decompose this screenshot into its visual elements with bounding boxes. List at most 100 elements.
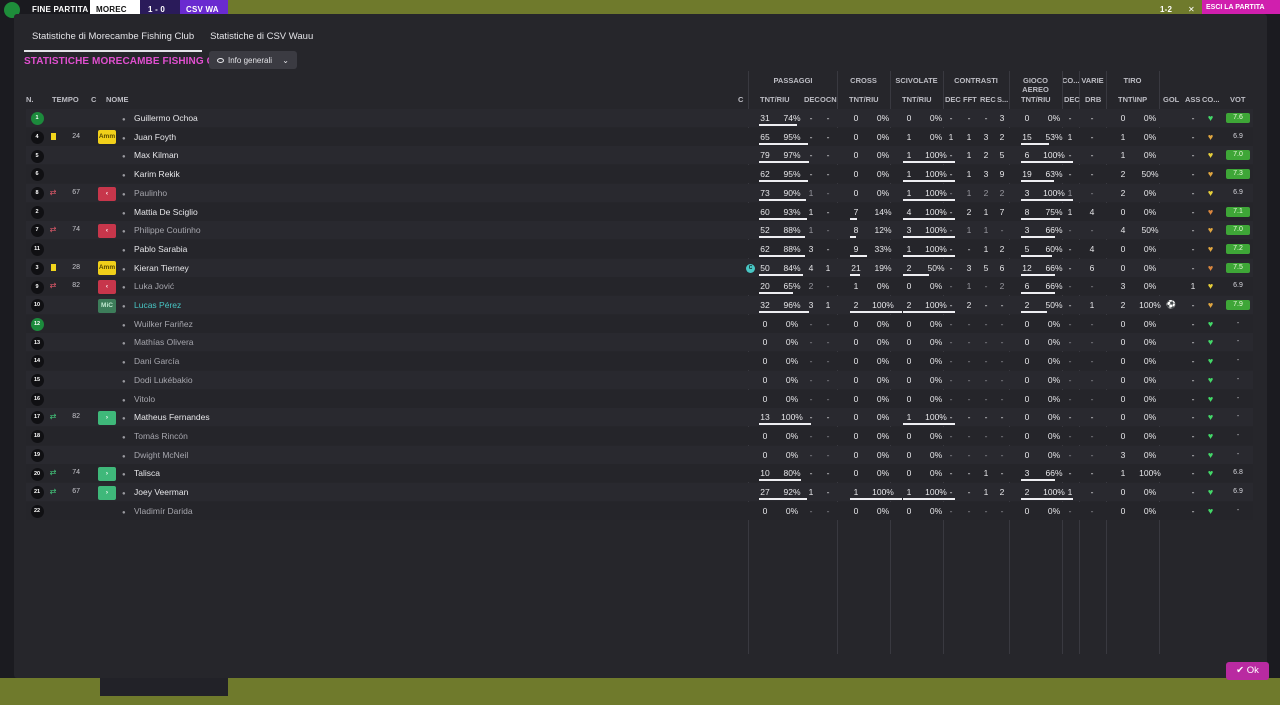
- column-header-aer-tnt[interactable]: TNT/RIU: [1021, 95, 1051, 104]
- duel-s: 2: [999, 243, 1005, 254]
- column-header-pass-dec[interactable]: DEC: [804, 95, 820, 104]
- table-row[interactable]: 6 ● Karim Rekik 62 95% - -0 0% 1 100% -1 3 9 19 63% - -2…: [26, 165, 1253, 184]
- column-header-cap[interactable]: C: [738, 95, 743, 104]
- player-name[interactable]: ● Pablo Sarabia: [122, 240, 422, 258]
- table-row[interactable]: 21 ⇄ 67 › ● Joey Veerman 27 92% 1-1 100% 1 100% - -1 2…: [26, 483, 1253, 501]
- column-header-co-dec[interactable]: DEC: [1064, 95, 1080, 104]
- pass-ocn: -: [826, 412, 830, 423]
- event-minute: 74: [72, 226, 80, 234]
- player-name[interactable]: ● Dodi Lukébakio: [122, 371, 422, 389]
- player-name[interactable]: ● Vitolo: [122, 390, 422, 408]
- column-header-cross-tnt[interactable]: TNT/RIU: [849, 95, 879, 104]
- player-name[interactable]: ● Mathías Olivera: [122, 333, 422, 351]
- column-header-ass[interactable]: ASS: [1185, 95, 1200, 104]
- exit-match-button[interactable]: ESCI LA PARTITA: [1202, 0, 1280, 14]
- view-dropdown[interactable]: Info generali ⌄: [209, 51, 297, 69]
- column-header-c[interactable]: C: [91, 95, 96, 104]
- table-row[interactable]: 19 ● Dwight McNeil 0 0% - -0 0% 0 0% - - - -0 0% - -3 0% -…: [26, 445, 1253, 464]
- table-row[interactable]: 15 ● Dodi Lukébakio 0 0% - -0 0% 0 0% - - - -0 0% - -0 0%…: [26, 370, 1253, 389]
- ok-button[interactable]: ✔ Ok: [1226, 662, 1269, 680]
- table-row[interactable]: 20 ⇄ 74 › ● Talisca 10 80% - -0 0% 0 0% - -1-3 66% - -1 10…: [26, 464, 1253, 483]
- passes-bar: [759, 142, 808, 145]
- assists: -: [1191, 318, 1195, 329]
- table-row[interactable]: 8 ⇄ 67 ‹ ● Paulinho 73 90% 1-0 0% 1 100% -1 2 2 3 100% 1-…: [26, 183, 1253, 202]
- player-name[interactable]: ● Paulinho: [122, 184, 422, 202]
- table-row[interactable]: 4 24 Amm ● Juan Foyth 65 95% - -0 0% 1 0% 1 1 3 2 15 53% 1…: [26, 127, 1253, 146]
- passes-attempts: 0: [762, 430, 768, 441]
- player-name[interactable]: ● Dwight McNeil: [122, 446, 422, 464]
- column-header-co2[interactable]: CO...: [1202, 95, 1220, 104]
- player-name[interactable]: ● Lucas Pérez: [122, 296, 422, 314]
- co-dec: -: [1068, 449, 1072, 460]
- player-name[interactable]: ● Luka Jović: [122, 277, 422, 295]
- tab-wauu-stats[interactable]: Statistiche di CSV Wauu: [202, 27, 321, 52]
- stats-modal: Statistiche di Morecambe Fishing Club St…: [14, 14, 1269, 680]
- column-header-pass-tnt[interactable]: TNT/RIU: [760, 95, 790, 104]
- player-number: 13: [30, 333, 44, 351]
- shots-attempts: 4: [1120, 225, 1126, 236]
- shots-attempts: 3: [1120, 449, 1126, 460]
- player-name[interactable]: ● Wuilker Fariñez: [122, 315, 422, 333]
- player-name[interactable]: ● Guillermo Ochoa: [122, 109, 422, 127]
- match-rating: 7.2: [1226, 243, 1250, 254]
- fitness-heart-icon: ♥: [1207, 243, 1214, 254]
- player-name[interactable]: ● Vladimír Darida: [122, 502, 422, 520]
- player-name[interactable]: ● Matheus Fernandes: [122, 408, 422, 426]
- player-icon: ●: [122, 135, 126, 142]
- column-header-vot[interactable]: VOT: [1230, 95, 1245, 104]
- column-header-con-s[interactable]: S...: [997, 95, 1008, 104]
- table-row[interactable]: 3 28 Amm ● Kieran Tierney C 50 84% 4 1 21 19% 2 50% -3…: [26, 258, 1253, 277]
- assists: -: [1191, 487, 1195, 497]
- column-header-con-fft[interactable]: FFT: [963, 95, 977, 104]
- column-header-drb[interactable]: DRB: [1085, 95, 1101, 104]
- column-header-sciv-tnt[interactable]: TNT/RIU: [902, 95, 932, 104]
- passes-bar: [759, 198, 806, 201]
- shirt-number-badge: 14: [30, 355, 44, 369]
- player-name[interactable]: ● Joey Veerman: [122, 483, 422, 501]
- player-name-text: Joey Veerman: [134, 487, 189, 497]
- column-header-con-rec[interactable]: REC: [980, 95, 996, 104]
- dropdown-label: Info generali: [228, 55, 273, 65]
- column-header-pass-ocn[interactable]: OCN: [820, 95, 837, 104]
- table-row[interactable]: 22 ● Vladimír Darida 0 0% - -0 0% 0 0% - - - -0 0% - -0 0…: [26, 501, 1253, 520]
- player-name[interactable]: ● Max Kilman: [122, 146, 422, 164]
- table-row[interactable]: 2 ● Mattia De Sciglio 60 93% 1-7 14% 4 100% -2 1 7 8…: [26, 202, 1253, 221]
- pass-ocn: -: [826, 393, 830, 404]
- close-icon[interactable]: ✕: [1188, 5, 1195, 14]
- table-row[interactable]: 11 ● Pablo Sarabia 62 88% 3-9 33% 1 100% - -1 2 5 60%…: [26, 239, 1253, 258]
- event-minute: [62, 371, 80, 389]
- player-name[interactable]: ● Karim Rekik: [122, 165, 422, 183]
- column-header-tiro[interactable]: TNT\INP: [1118, 95, 1147, 104]
- player-name[interactable]: ● Dani García: [122, 352, 422, 370]
- table-row[interactable]: 17 ⇄ 82 › ● Matheus Fernandes 13 100% - -0 0% 1 100%…: [26, 408, 1253, 427]
- table-row[interactable]: 5 ● Max Kilman 79 97% - -0 0% 1 100% -1 2 5 6 100% - -1 0…: [26, 146, 1253, 165]
- column-header-name[interactable]: NOME: [106, 95, 129, 104]
- column-header-con-dec[interactable]: DEC: [945, 95, 961, 104]
- table-row[interactable]: 13 ● Mathías Olivera 0 0% - -0 0% 0 0% - - - -0 0% - -0 0…: [26, 333, 1253, 352]
- player-name[interactable]: ● Mattia De Sciglio: [122, 203, 422, 221]
- table-row[interactable]: 18 ● Tomás Rincón 0 0% - -0 0% 0 0% - - - -0 0% - -0 0% - ♥…: [26, 426, 1253, 445]
- column-header-time[interactable]: TEMPO: [52, 95, 79, 104]
- player-name[interactable]: ● Juan Foyth: [122, 128, 422, 146]
- event-minute: [62, 109, 80, 127]
- player-name[interactable]: ● Tomás Rincón: [122, 427, 422, 445]
- table-row[interactable]: 9 ⇄ 82 ‹ ● Luka Jović 20 65% 2-1 0% 0 0% -1-2 6 66% - -3…: [26, 277, 1253, 296]
- shirt-number-badge: 12: [30, 317, 44, 331]
- player-name-text: Mathías Olivera: [134, 337, 194, 348]
- assists: -: [1191, 449, 1195, 460]
- duel-s: 2: [999, 487, 1005, 497]
- duel-fft: 1: [966, 131, 972, 142]
- table-row[interactable]: 1 ● Guillermo Ochoa 31 74% - -0 0% 0 0% - - -3 0 0% - -0…: [26, 109, 1253, 127]
- table-row[interactable]: 16 ● Vitolo 0 0% - -0 0% 0 0% - - - -0 0% - -0 0% - ♥ -: [26, 389, 1253, 408]
- column-header-gol[interactable]: GOL: [1163, 95, 1179, 104]
- tab-morecambe-stats[interactable]: Statistiche di Morecambe Fishing Club: [24, 27, 203, 52]
- column-header-num[interactable]: N.: [26, 95, 34, 104]
- player-name[interactable]: ● Kieran Tierney: [122, 259, 422, 277]
- table-row[interactable]: 12 ● Wuilker Fariñez 0 0% - -0 0% 0 0% - - - -0 0% - -0 0…: [26, 314, 1253, 333]
- table-row[interactable]: 14 ● Dani García 0 0% - -0 0% 0 0% - - - -0 0% - -0 0% - ♥ -: [26, 352, 1253, 371]
- player-name[interactable]: ● Talisca: [122, 464, 422, 482]
- table-row[interactable]: 10 MiC ● Lucas Pérez 32 96% 3 1 2 100% 2 100% -2- -2 5…: [26, 296, 1253, 314]
- table-row[interactable]: 7 ⇄ 74 ‹ ● Philippe Coutinho 52 88% 1-8 12% 3 100% -…: [26, 221, 1253, 240]
- player-name[interactable]: ● Philippe Coutinho: [122, 221, 422, 239]
- pass-ocn: -: [826, 374, 830, 385]
